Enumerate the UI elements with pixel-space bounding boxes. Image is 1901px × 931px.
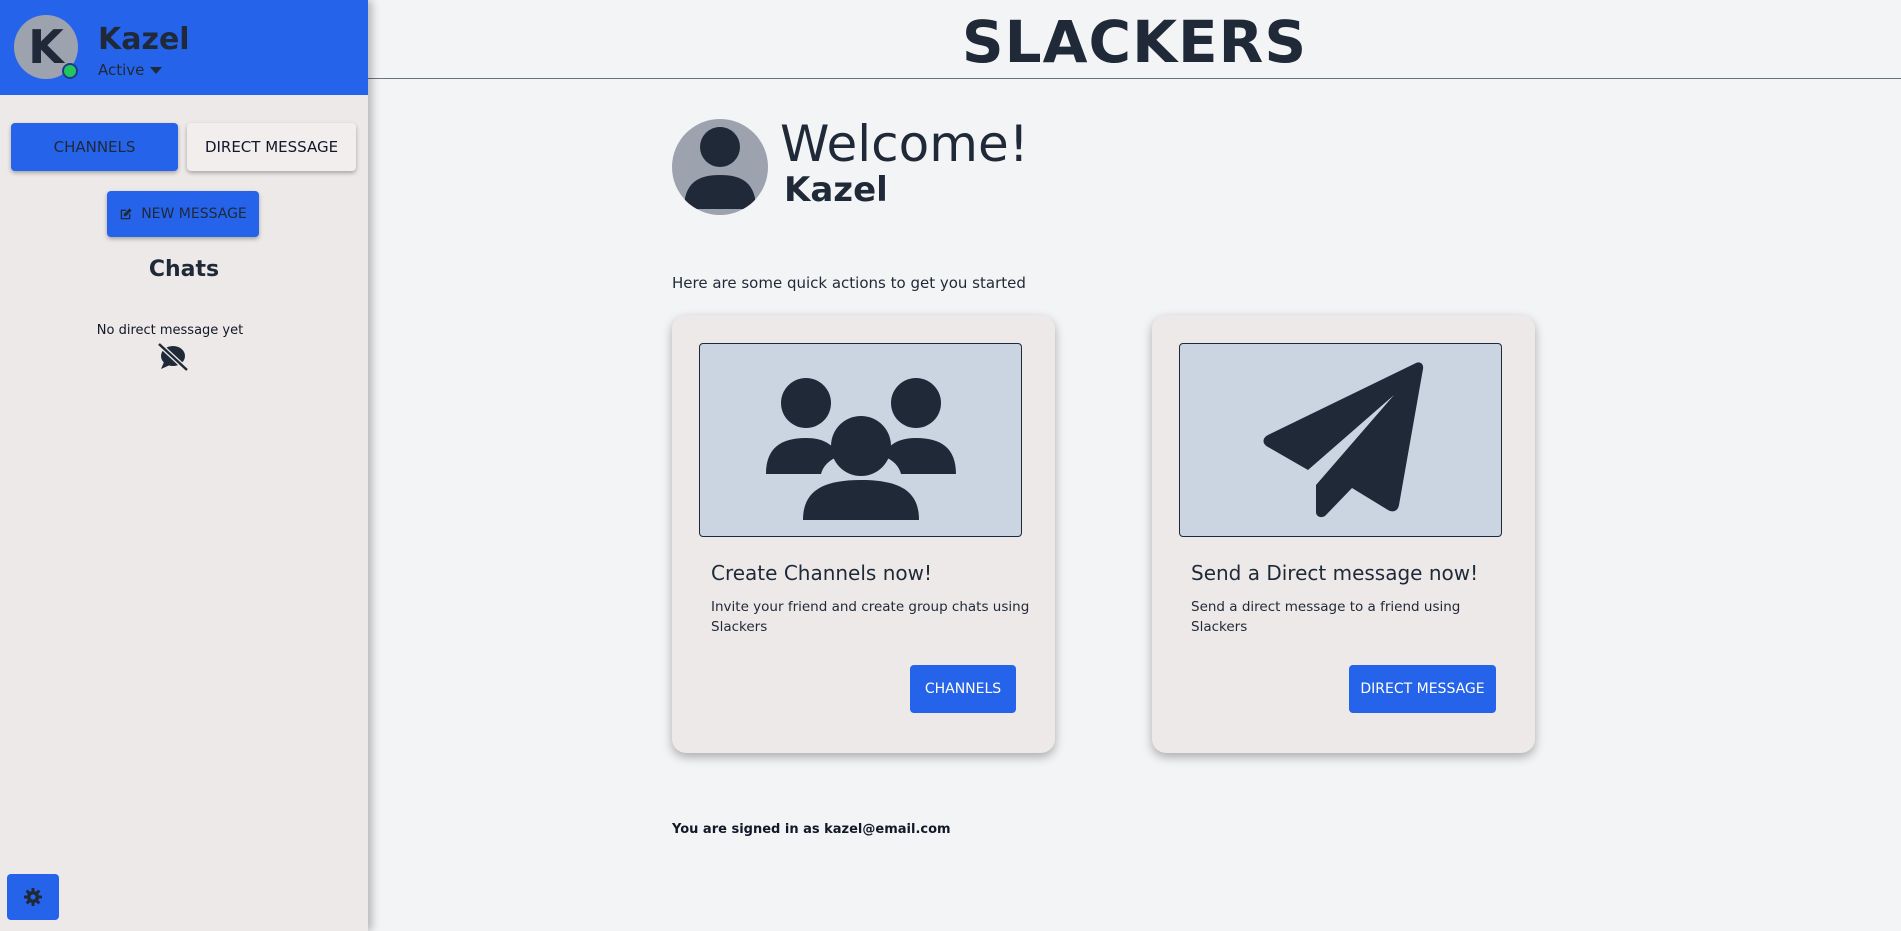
tab-channels[interactable]: CHANNELS	[11, 123, 178, 171]
empty-chats-text: No direct message yet	[96, 323, 244, 338]
app-title: SLACKERS	[961, 8, 1308, 76]
status-label: Active	[98, 61, 145, 79]
card-title: Send a Direct message now!	[1191, 561, 1479, 585]
profile-header: K Kazel Active	[0, 0, 368, 95]
paper-plane-icon	[1263, 362, 1423, 518]
caret-down-icon	[150, 66, 163, 74]
user-icon	[684, 127, 756, 209]
new-message-button[interactable]: NEW MESSAGE	[107, 191, 259, 237]
card-description: Invite your friend and create group chat…	[711, 599, 1030, 635]
edit-icon	[120, 208, 132, 220]
quick-actions-text: Here are some quick actions to get you s…	[672, 274, 1026, 292]
status-dropdown[interactable]: Active	[98, 61, 163, 79]
card-description: Send a direct message to a friend using …	[1191, 599, 1461, 635]
user-avatar	[672, 119, 768, 215]
sidebar: K Kazel Active CHANNELS DIRECT MESSAGE N…	[0, 0, 368, 931]
card-create-channels: Create Channels now! Invite your friend …	[672, 315, 1055, 753]
header-divider	[368, 78, 1901, 79]
welcome-heading: Welcome!	[780, 115, 1029, 173]
users-group-icon	[765, 378, 956, 520]
card-title: Create Channels now!	[711, 561, 932, 585]
chats-heading: Chats	[148, 257, 220, 282]
avatar-letter: K	[28, 20, 64, 74]
main-content: SLACKERS Welcome! Kazel Here are some qu…	[368, 0, 1901, 931]
online-status-dot	[62, 63, 78, 79]
signed-in-text: You are signed in as kazel@email.com	[672, 822, 951, 837]
direct-message-button[interactable]: DIRECT MESSAGE	[1349, 665, 1496, 713]
welcome-user-name: Kazel	[784, 170, 888, 210]
comment-slash-icon	[157, 342, 189, 372]
channels-button[interactable]: CHANNELS	[910, 665, 1016, 713]
new-message-label: NEW MESSAGE	[141, 206, 247, 222]
card-image	[699, 343, 1022, 537]
settings-button[interactable]	[7, 874, 59, 920]
card-image	[1179, 343, 1502, 537]
gear-icon	[24, 888, 42, 906]
tab-direct-message[interactable]: DIRECT MESSAGE	[187, 123, 356, 171]
card-direct-message: Send a Direct message now! Send a direct…	[1152, 315, 1535, 753]
profile-name: Kazel	[98, 22, 190, 57]
